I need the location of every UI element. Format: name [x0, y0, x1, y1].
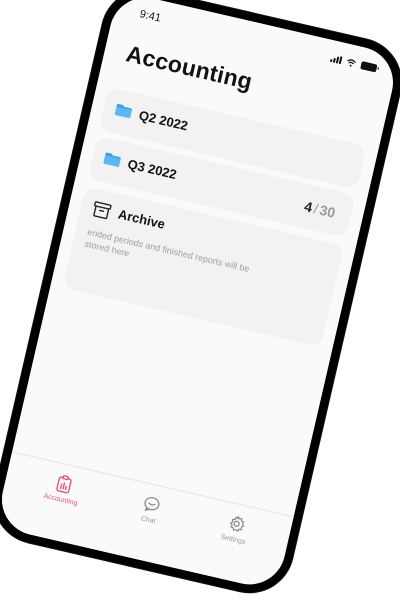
- app-screen: 9:41 Accounting Q2 2022 Q3 2022 4/30 Arc…: [0, 0, 400, 592]
- tab-label: Chat: [140, 515, 157, 526]
- archive-description: ended periods and finished reports will …: [83, 226, 251, 274]
- tab-settings[interactable]: Settings: [203, 508, 268, 550]
- status-time: 9:41: [138, 8, 163, 25]
- archive-label: Archive: [116, 206, 167, 232]
- folder-icon: [103, 152, 121, 167]
- wifi-icon: [347, 59, 356, 67]
- folder-label: Q2 2022: [137, 107, 190, 134]
- signal-icon: [329, 54, 343, 65]
- clipboard-chart-icon: [56, 475, 72, 494]
- folder-label: Q3 2022: [126, 156, 179, 183]
- archive-box-icon: [93, 201, 112, 220]
- chat-bubble-icon: [144, 497, 160, 512]
- status-icons: [329, 54, 378, 73]
- tab-label: Settings: [219, 533, 247, 547]
- gear-icon: [229, 515, 245, 532]
- tab-chat[interactable]: Chat: [118, 489, 183, 531]
- counter-total: 30: [318, 201, 337, 221]
- phone-frame: 9:41 Accounting Q2 2022 Q3 2022 4/30 Arc…: [0, 0, 400, 601]
- folder-icon: [114, 103, 133, 119]
- status-bar: 9:41: [111, 0, 400, 89]
- tab-accounting[interactable]: Accounting: [30, 468, 95, 510]
- battery-icon: [360, 61, 378, 73]
- tab-bar: Accounting Chat Settings: [0, 451, 294, 592]
- tab-label: Accounting: [42, 492, 79, 508]
- report-counter: 4/30: [303, 198, 337, 221]
